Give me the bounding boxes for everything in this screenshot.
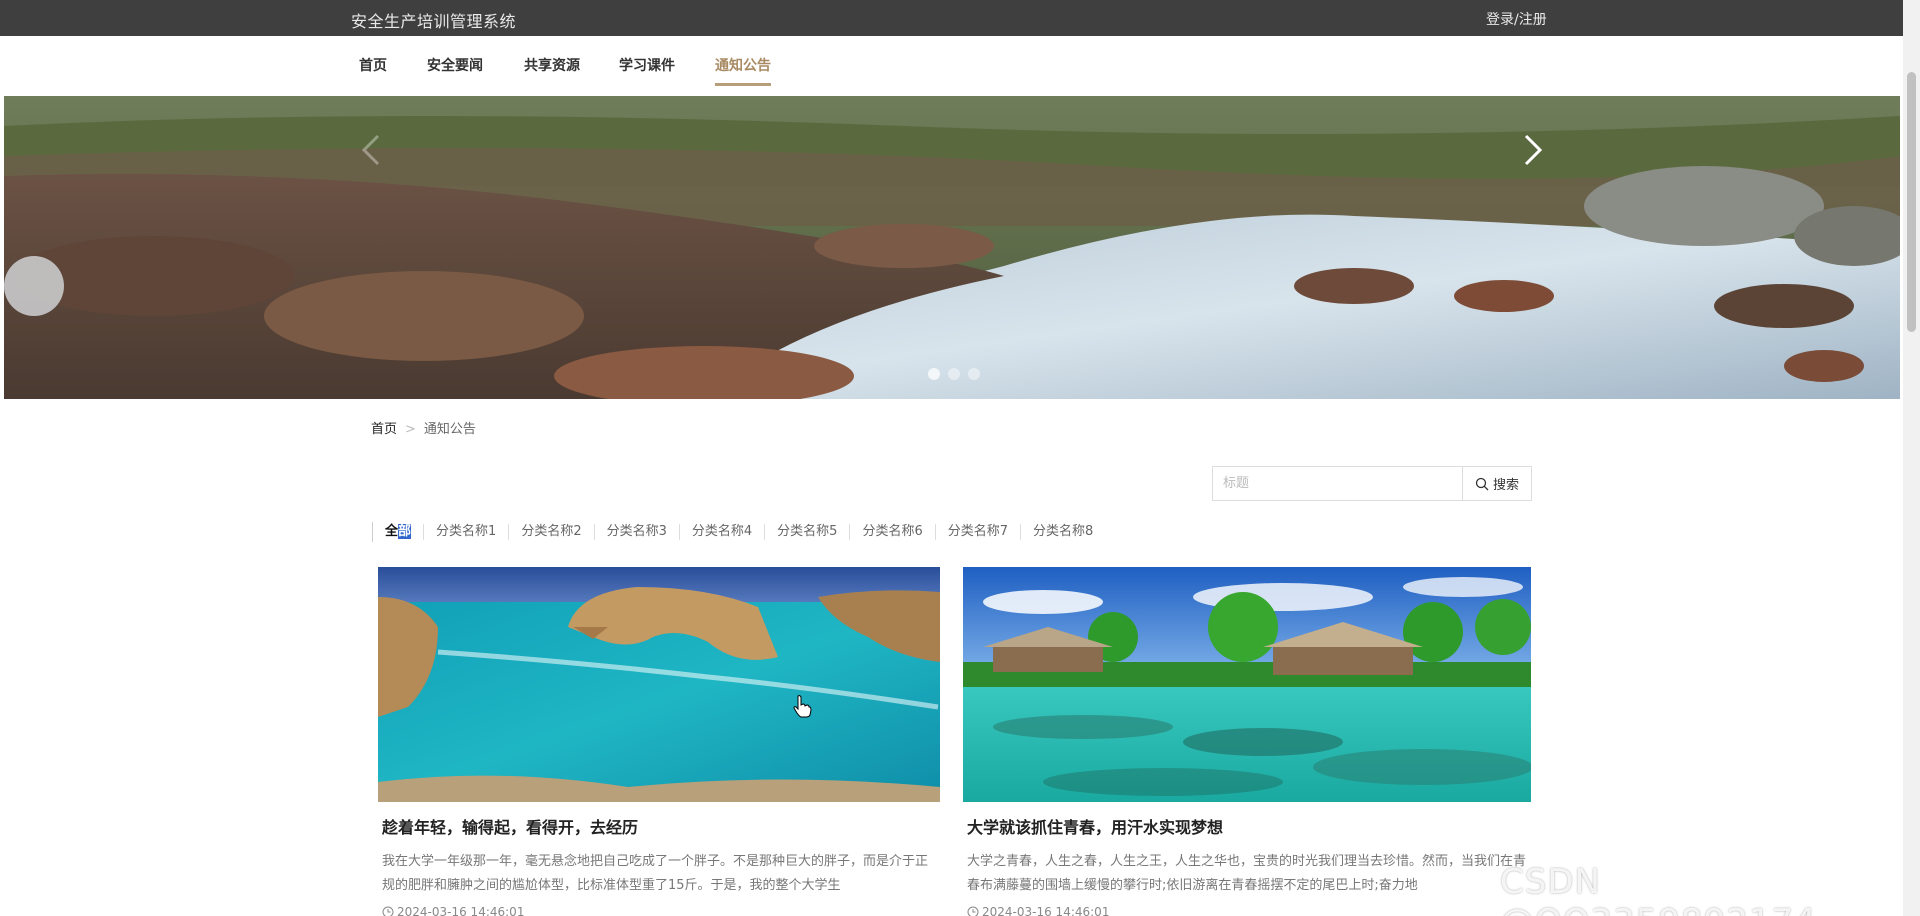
- article-date: 2024-03-16 14:46:01: [967, 905, 1109, 916]
- breadcrumb: 首页 > 通知公告: [371, 418, 476, 437]
- category-item[interactable]: 分类名称5: [765, 524, 851, 540]
- category-filter: 全部 分类名称1 分类名称2 分类名称3 分类名称4 分类名称5 分类名称6 分…: [372, 522, 1105, 542]
- category-all-prefix: 全: [385, 524, 399, 539]
- page-scrollbar[interactable]: [1903, 0, 1920, 916]
- category-all[interactable]: 全部: [373, 524, 425, 540]
- nav-item-courseware[interactable]: 学习课件: [619, 55, 675, 83]
- article-date: 2024-03-16 14:46:01: [382, 905, 524, 916]
- article-description: 我在大学一年级那一年，毫无悬念地把自己吃成了一个胖子。不是那种巨大的胖子，而是介…: [382, 854, 929, 893]
- category-item[interactable]: 分类名称3: [595, 524, 680, 540]
- carousel-dot[interactable]: [928, 368, 940, 380]
- carousel-dot[interactable]: [948, 368, 960, 380]
- breadcrumb-current: 通知公告: [423, 422, 476, 437]
- chevron-right-icon: [1524, 134, 1543, 166]
- breadcrumb-home[interactable]: 首页: [371, 422, 397, 437]
- category-item[interactable]: 分类名称7: [936, 524, 1021, 540]
- breadcrumb-separator: >: [405, 422, 416, 437]
- hand-cursor-icon: [793, 695, 812, 718]
- article-title[interactable]: 大学就该抓住青春，用汗水实现梦想: [967, 814, 1223, 838]
- category-item[interactable]: 分类名称1: [424, 524, 510, 540]
- main-nav: 首页 安全要闻 共享资源 学习课件 通知公告: [0, 36, 1903, 96]
- nav-item-home[interactable]: 首页: [359, 55, 387, 83]
- banner-image: [4, 96, 1900, 399]
- site-title: 安全生产培训管理系统: [351, 12, 517, 31]
- category-item[interactable]: 分类名称2: [509, 524, 595, 540]
- search-button-label: 搜索: [1492, 478, 1519, 493]
- nav-item-shared-resources[interactable]: 共享资源: [524, 55, 580, 83]
- article-title[interactable]: 趁着年轻，输得起，看得开，去经历: [382, 814, 638, 838]
- banner-prev-button[interactable]: [352, 130, 392, 170]
- carousel-dots: [928, 368, 980, 380]
- scrollbar-thumb[interactable]: [1907, 72, 1916, 332]
- search-icon: [1475, 477, 1489, 490]
- banner-next-button[interactable]: [1512, 130, 1552, 170]
- nav-item-safety-news[interactable]: 安全要闻: [427, 55, 483, 83]
- article-image-coast: [378, 567, 940, 802]
- category-item[interactable]: 分类名称4: [680, 524, 766, 540]
- clock-icon: [382, 906, 394, 916]
- search-button[interactable]: 搜索: [1463, 467, 1531, 500]
- nav-item-notices[interactable]: 通知公告: [715, 55, 771, 86]
- article-description: 大学之青春，人生之春，人生之王，人生之华也，宝贵的时光我们理当去珍惜。然而，当我…: [967, 854, 1527, 893]
- chevron-left-icon: [361, 134, 380, 166]
- article-image-tropical: [963, 567, 1531, 802]
- article-date-text: 2024-03-16 14:46:01: [397, 905, 525, 916]
- category-item[interactable]: 分类名称6: [850, 524, 936, 540]
- login-register-link[interactable]: 登录/注册: [1486, 9, 1547, 29]
- carousel-dot[interactable]: [968, 368, 980, 380]
- category-item[interactable]: 分类名称8: [1021, 524, 1105, 540]
- clock-icon: [967, 906, 979, 916]
- banner-carousel[interactable]: [4, 96, 1900, 399]
- article-card[interactable]: 大学就该抓住青春，用汗水实现梦想 大学之青春，人生之春，人生之王，人生之华也，宝…: [963, 567, 1531, 916]
- search-box: 搜索: [1212, 466, 1532, 501]
- search-input[interactable]: [1213, 467, 1463, 500]
- top-bar: 安全生产培训管理系统 登录/注册: [0, 0, 1903, 36]
- category-all-highlight: 部: [398, 524, 412, 539]
- article-card[interactable]: 趁着年轻，输得起，看得开，去经历 我在大学一年级那一年，毫无悬念地把自己吃成了一…: [378, 567, 940, 916]
- watermark: CSDN @QQ3359892174: [1500, 862, 1816, 916]
- article-date-text: 2024-03-16 14:46:01: [982, 905, 1110, 916]
